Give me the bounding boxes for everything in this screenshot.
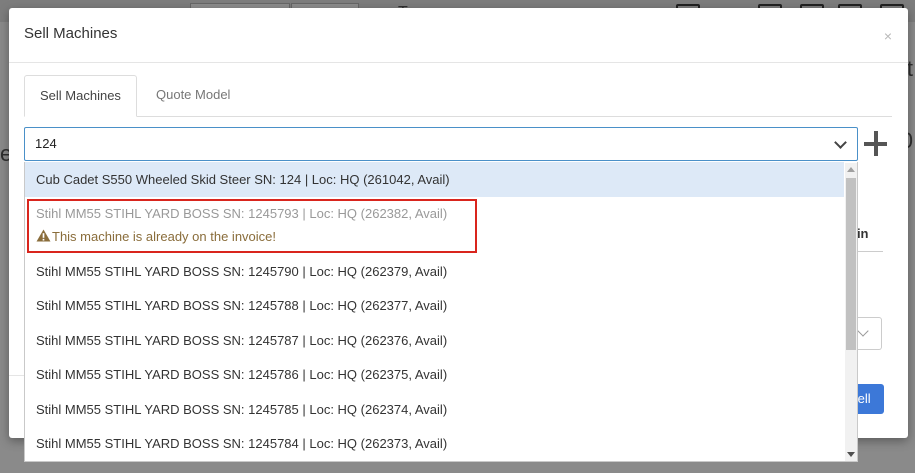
tab-bar: Sell Machines Quote Model bbox=[24, 75, 892, 117]
scrollbar-thumb[interactable] bbox=[846, 178, 856, 350]
dropdown-scrollbar[interactable] bbox=[845, 163, 857, 461]
list-item[interactable]: Stihl MM55 STIHL YARD BOSS SN: 1245787 |… bbox=[25, 324, 844, 358]
tab-sell-machines[interactable]: Sell Machines bbox=[24, 75, 137, 117]
warning-text: This machine is already on the invoice! bbox=[52, 229, 277, 244]
list-item[interactable]: Stihl MM55 STIHL YARD BOSS SN: 1245785 |… bbox=[25, 393, 844, 427]
machine-options-list: Cub Cadet S550 Wheeled Skid Steer SN: 12… bbox=[24, 162, 858, 462]
option-text: Stihl MM55 STIHL YARD BOSS SN: 1245787 |… bbox=[36, 333, 448, 348]
list-item-disabled: Stihl MM55 STIHL YARD BOSS SN: 1245793 |… bbox=[25, 197, 844, 255]
scroll-down-arrow-icon[interactable] bbox=[847, 452, 855, 457]
list-item[interactable]: Stihl MM55 STIHL YARD BOSS SN: 1245788 |… bbox=[25, 289, 844, 323]
machine-search-select[interactable] bbox=[24, 127, 858, 161]
modal-header: Sell Machines × bbox=[9, 8, 908, 63]
machine-search-input[interactable] bbox=[35, 136, 815, 151]
close-icon[interactable]: × bbox=[884, 28, 892, 44]
list-item[interactable]: Stihl MM55 STIHL YARD BOSS SN: 1245790 |… bbox=[25, 255, 844, 289]
list-item[interactable]: Cub Cadet S550 Wheeled Skid Steer SN: 12… bbox=[25, 162, 844, 197]
tab-quote-model[interactable]: Quote Model bbox=[141, 75, 245, 115]
option-text: Stihl MM55 STIHL YARD BOSS SN: 1245793 |… bbox=[36, 206, 448, 221]
option-text: Stihl MM55 STIHL YARD BOSS SN: 1245790 |… bbox=[36, 264, 448, 279]
option-text: Stihl MM55 STIHL YARD BOSS SN: 1245785 |… bbox=[36, 402, 448, 417]
modal-title: Sell Machines bbox=[24, 25, 118, 42]
option-text: Cub Cadet S550 Wheeled Skid Steer SN: 12… bbox=[36, 172, 450, 187]
list-item[interactable]: Stihl MM55 STIHL YARD BOSS SN: 1245786 |… bbox=[25, 358, 844, 392]
option-text: Stihl MM55 STIHL YARD BOSS SN: 1245786 |… bbox=[36, 367, 448, 382]
option-text: Stihl MM55 STIHL YARD BOSS SN: 1245788 |… bbox=[36, 298, 448, 313]
chevron-down-icon bbox=[857, 325, 869, 337]
warning-message: This machine is already on the invoice! bbox=[36, 229, 276, 245]
warning-triangle-icon bbox=[36, 229, 51, 242]
chevron-down-icon[interactable] bbox=[834, 136, 847, 149]
list-item[interactable]: Stihl MM55 STIHL YARD BOSS SN: 1245784 |… bbox=[25, 427, 844, 461]
add-machine-plus-icon[interactable] bbox=[864, 131, 888, 157]
option-text: Stihl MM55 STIHL YARD BOSS SN: 1245784 |… bbox=[36, 436, 448, 451]
scroll-up-arrow-icon[interactable] bbox=[847, 167, 855, 172]
